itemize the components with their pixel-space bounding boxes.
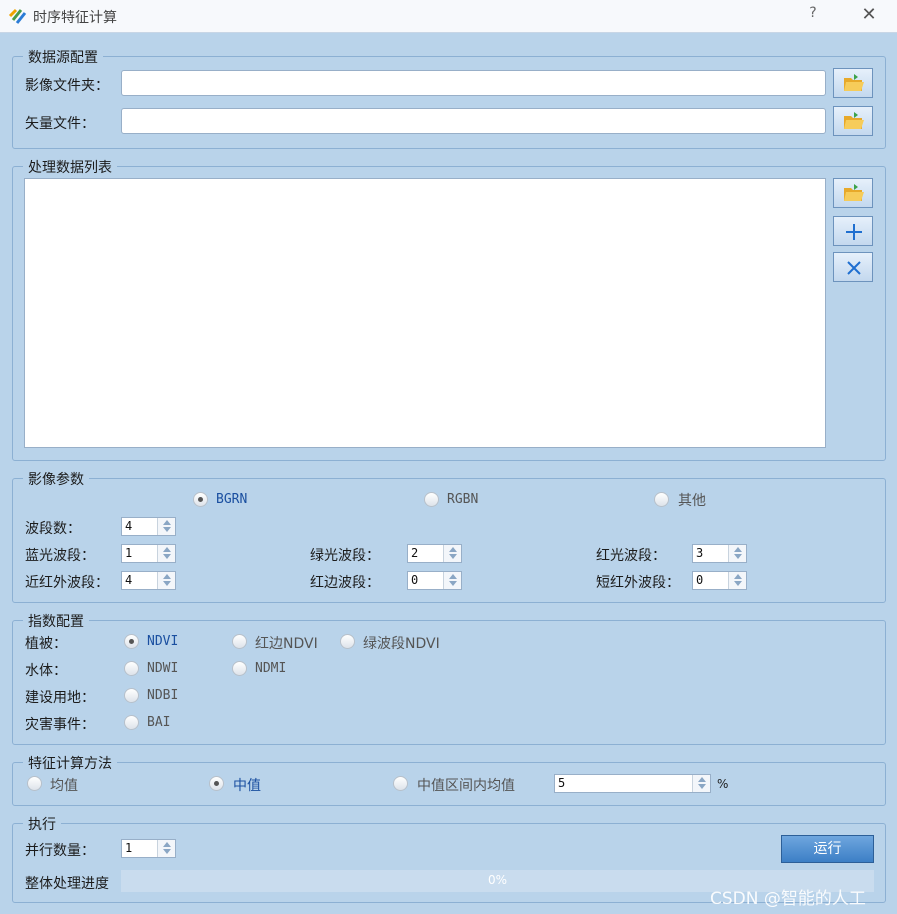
radio-rededge-ndvi-label: 红边NDVI xyxy=(255,636,318,652)
radio-ndbi[interactable] xyxy=(124,688,139,703)
parallel-spinbox[interactable]: 1 xyxy=(121,839,176,858)
blue-band-spinbox[interactable]: 1 xyxy=(121,544,176,563)
radio-rededge-ndvi[interactable] xyxy=(232,634,247,649)
process-data-list[interactable] xyxy=(24,178,826,448)
radio-bgrn[interactable] xyxy=(193,492,208,507)
radio-ndwi[interactable] xyxy=(124,661,139,676)
folder-open-icon xyxy=(844,112,864,129)
radio-ndvi-label: NDVI xyxy=(147,634,179,649)
radio-rgbn[interactable] xyxy=(424,492,439,507)
radio-mean[interactable] xyxy=(27,776,42,791)
index-config-legend: 指数配置 xyxy=(23,611,89,631)
green-band-value: 2 xyxy=(411,546,419,560)
feature-method-legend: 特征计算方法 xyxy=(23,753,117,773)
radio-rgbn-label: RGBN xyxy=(447,492,479,507)
image-folder-label: 影像文件夹： xyxy=(25,78,109,94)
green-band-label: 绿光波段： xyxy=(310,548,380,564)
data-source-legend: 数据源配置 xyxy=(23,47,103,67)
app-logo-icon xyxy=(8,8,27,24)
spin-arrows-icon[interactable] xyxy=(443,545,461,562)
folder-open-icon xyxy=(844,74,864,91)
rededge-band-spinbox[interactable]: 0 xyxy=(407,571,462,590)
swir-band-value: 0 xyxy=(696,573,704,587)
import-list-button[interactable] xyxy=(833,178,873,208)
watermark-text: CSDN @智能的人工 xyxy=(710,889,866,909)
image-params-legend: 影像参数 xyxy=(23,469,89,489)
image-folder-input[interactable] xyxy=(121,70,826,96)
radio-median-label: 中值 xyxy=(233,778,261,794)
radio-ndvi[interactable] xyxy=(124,634,139,649)
close-button[interactable]: ✕ xyxy=(858,4,880,26)
nir-band-value: 4 xyxy=(125,573,133,587)
progress-label: 整体处理进度 xyxy=(25,876,109,892)
radio-bai-label: BAI xyxy=(147,715,171,730)
process-list-legend: 处理数据列表 xyxy=(23,157,117,177)
radio-green-ndvi[interactable] xyxy=(340,634,355,649)
interval-spinbox[interactable]: 5 xyxy=(554,774,711,793)
radio-interval-mean-label: 中值区间内均值 xyxy=(417,778,515,794)
radio-bgrn-label: BGRN xyxy=(216,492,248,507)
radio-bai[interactable] xyxy=(124,715,139,730)
radio-median[interactable] xyxy=(209,776,224,791)
plus-icon xyxy=(846,224,862,240)
spin-arrows-icon[interactable] xyxy=(157,545,175,562)
blue-band-label: 蓝光波段： xyxy=(25,548,95,564)
title-bar: 时序特征计算 ? ✕ xyxy=(0,0,897,33)
red-band-spinbox[interactable]: 3 xyxy=(692,544,747,563)
radio-other[interactable] xyxy=(654,492,669,507)
index-config-group: 指数配置 xyxy=(12,611,886,745)
vegetation-label: 植被： xyxy=(25,636,67,652)
water-label: 水体： xyxy=(25,663,67,679)
browse-vector-file-button[interactable] xyxy=(833,106,873,136)
disaster-label: 灾害事件： xyxy=(25,717,95,733)
green-band-spinbox[interactable]: 2 xyxy=(407,544,462,563)
remove-item-button[interactable] xyxy=(833,252,873,282)
radio-mean-label: 均值 xyxy=(50,778,78,794)
vector-file-label: 矢量文件： xyxy=(25,116,95,132)
interval-value: 5 xyxy=(558,776,566,790)
swir-band-label: 短红外波段： xyxy=(596,575,680,591)
radio-other-label: 其他 xyxy=(678,493,706,509)
rededge-band-label: 红边波段： xyxy=(310,575,380,591)
radio-green-ndvi-label: 绿波段NDVI xyxy=(363,636,440,652)
vector-file-input[interactable] xyxy=(121,108,826,134)
blue-band-value: 1 xyxy=(125,546,133,560)
builtup-label: 建设用地： xyxy=(25,690,95,706)
radio-interval-mean[interactable] xyxy=(393,776,408,791)
radio-ndmi-label: NDMI xyxy=(255,661,287,676)
swir-band-spinbox[interactable]: 0 xyxy=(692,571,747,590)
add-item-button[interactable] xyxy=(833,216,873,246)
nir-band-label: 近红外波段： xyxy=(25,575,109,591)
window-title: 时序特征计算 xyxy=(33,10,117,26)
band-count-value: 4 xyxy=(125,519,133,533)
spin-arrows-icon[interactable] xyxy=(728,545,746,562)
help-button[interactable]: ? xyxy=(804,5,822,25)
spin-arrows-icon[interactable] xyxy=(443,572,461,589)
interval-unit: % xyxy=(717,777,729,791)
spin-arrows-icon[interactable] xyxy=(157,518,175,535)
parallel-value: 1 xyxy=(125,841,133,855)
execute-legend: 执行 xyxy=(23,814,61,834)
folder-open-icon xyxy=(844,184,864,201)
spin-arrows-icon[interactable] xyxy=(692,775,710,792)
red-band-value: 3 xyxy=(696,546,704,560)
run-button[interactable]: 运行 xyxy=(781,835,874,863)
spin-arrows-icon[interactable] xyxy=(157,572,175,589)
band-count-spinbox[interactable]: 4 xyxy=(121,517,176,536)
radio-ndwi-label: NDWI xyxy=(147,661,179,676)
nir-band-spinbox[interactable]: 4 xyxy=(121,571,176,590)
radio-ndbi-label: NDBI xyxy=(147,688,179,703)
radio-ndmi[interactable] xyxy=(232,661,247,676)
spin-arrows-icon[interactable] xyxy=(157,840,175,857)
spin-arrows-icon[interactable] xyxy=(728,572,746,589)
parallel-label: 并行数量： xyxy=(25,843,95,859)
red-band-label: 红光波段： xyxy=(596,548,666,564)
browse-image-folder-button[interactable] xyxy=(833,68,873,98)
close-icon xyxy=(847,261,861,275)
rededge-band-value: 0 xyxy=(411,573,419,587)
band-count-label: 波段数： xyxy=(25,521,81,537)
